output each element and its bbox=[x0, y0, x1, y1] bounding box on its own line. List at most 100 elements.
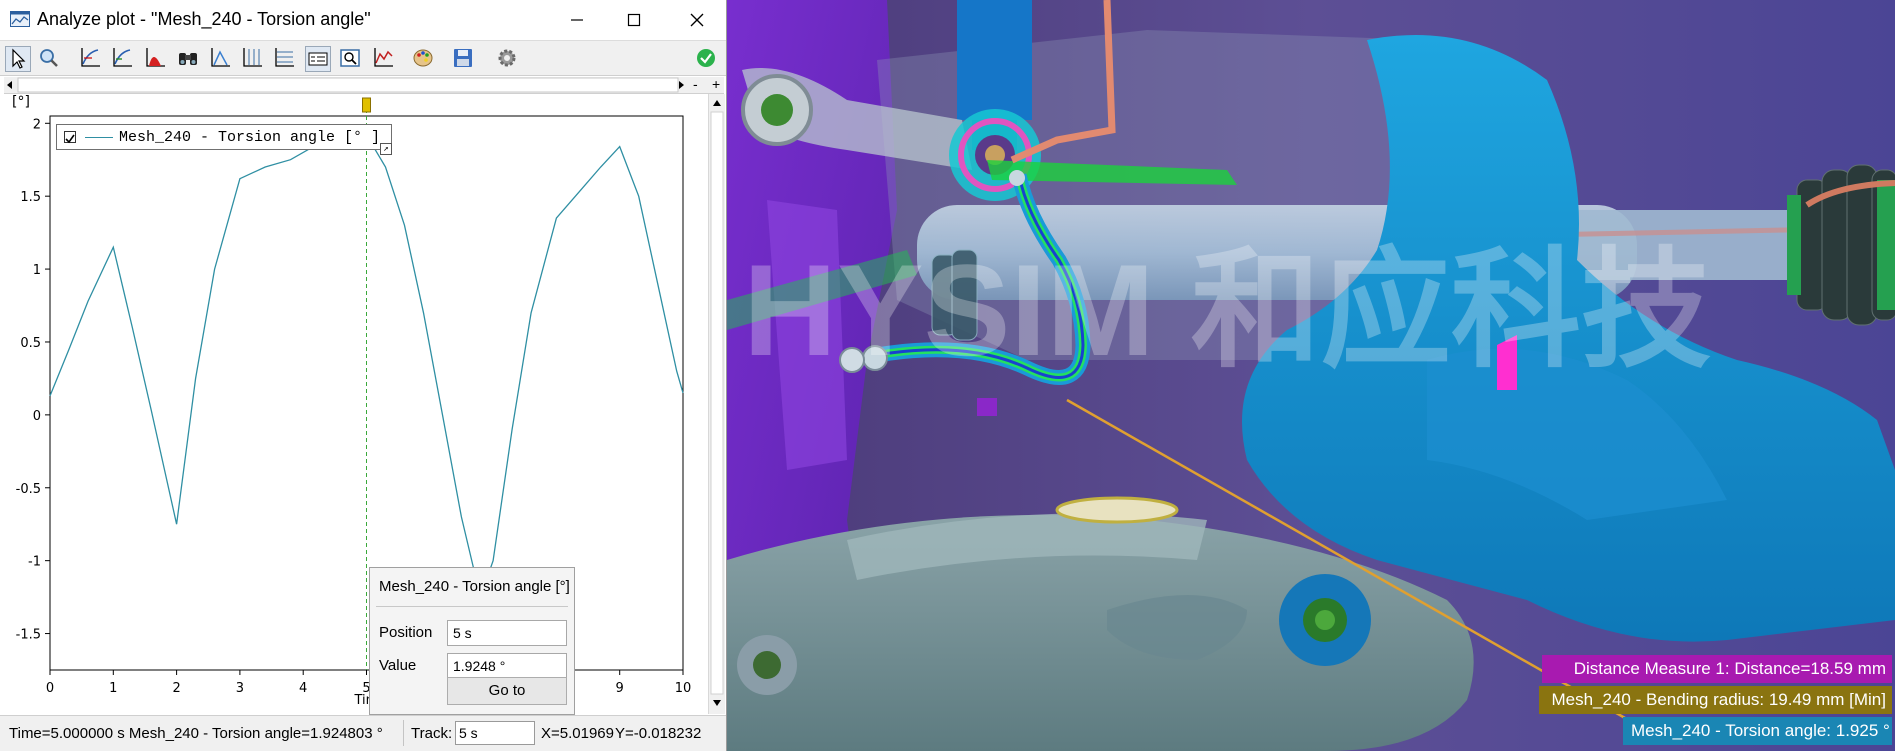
x-tick-label: 3 bbox=[236, 681, 244, 696]
title-bar: Analyze plot - "Mesh_240 - Torsion angle… bbox=[0, 0, 726, 40]
vertical-grid-button[interactable] bbox=[240, 46, 266, 72]
checkmark-icon bbox=[65, 134, 75, 144]
watermark-text: HYSIM 和应科技 bbox=[743, 237, 1711, 383]
curve-fit-button[interactable] bbox=[78, 46, 104, 72]
settings-icon bbox=[498, 49, 516, 67]
minimize-button[interactable] bbox=[560, 6, 594, 34]
scroll-plus-button[interactable]: + bbox=[712, 76, 720, 92]
curve-area-icon bbox=[146, 48, 165, 67]
scroll-up-icon bbox=[713, 100, 721, 106]
goto-button[interactable]: Go to bbox=[447, 677, 567, 705]
track-input[interactable]: 5 s bbox=[455, 721, 535, 745]
status-divider bbox=[403, 720, 404, 746]
status-ok-icon bbox=[697, 49, 715, 67]
y-tick-label: 1 bbox=[33, 263, 41, 278]
analyze-plot-window: Analyze plot - "Mesh_240 - Torsion angle… bbox=[0, 0, 727, 751]
curve-area-button[interactable] bbox=[143, 46, 169, 72]
vertical-grid-icon bbox=[243, 48, 262, 67]
panel-divider bbox=[376, 606, 568, 607]
status-time-text: Time=5.000000 s Mesh_240 - Torsion angle… bbox=[9, 725, 383, 742]
triangle-icon bbox=[211, 48, 230, 67]
x-tick-label: 9 bbox=[616, 681, 624, 696]
track-label: Track: bbox=[411, 725, 453, 742]
series-line-torsion-angle bbox=[49, 134, 684, 600]
horizontal-scrollbar[interactable]: - + bbox=[4, 76, 724, 94]
y-unit-label: [°] bbox=[12, 94, 30, 110]
save-button[interactable] bbox=[451, 46, 477, 72]
horizontal-grid-icon bbox=[275, 48, 294, 67]
chart-legend[interactable]: Mesh_240 - Torsion angle [° ] ↗ bbox=[56, 124, 392, 155]
value-field: 1.9248 ° bbox=[447, 653, 567, 679]
save-icon bbox=[454, 49, 472, 67]
close-icon bbox=[690, 13, 704, 27]
x-tick-label: 4 bbox=[299, 681, 307, 696]
status-bar: Time=5.000000 s Mesh_240 - Torsion angle… bbox=[0, 715, 726, 751]
chart-markers-icon bbox=[374, 48, 393, 67]
settings-button[interactable] bbox=[495, 46, 521, 72]
plot-toolbar bbox=[0, 40, 726, 76]
shock-absorber bbox=[957, 0, 1032, 120]
torsion-angle-tag[interactable]: Mesh_240 - Torsion angle: 1.925 ° bbox=[1623, 717, 1892, 745]
curve-edit-icon bbox=[113, 48, 132, 67]
position-label: Position bbox=[379, 624, 433, 641]
vertical-scrollbar[interactable] bbox=[708, 94, 725, 714]
status-ok-indicator bbox=[694, 46, 720, 72]
x-tick-label: 0 bbox=[46, 681, 54, 696]
y-tick-label: 2 bbox=[33, 117, 41, 132]
binoculars-button[interactable] bbox=[176, 46, 202, 72]
zoom-tool-button[interactable] bbox=[37, 46, 63, 72]
horizontal-grid-button[interactable] bbox=[272, 46, 298, 72]
plot-window-icon bbox=[10, 11, 30, 27]
magnify-window-icon bbox=[340, 49, 360, 67]
close-button[interactable] bbox=[680, 6, 714, 34]
y-tick-label: 0.5 bbox=[20, 336, 41, 351]
chart-markers-button[interactable] bbox=[371, 46, 397, 72]
y-tick-label: 1.5 bbox=[20, 190, 41, 205]
legend-checkbox[interactable] bbox=[64, 131, 76, 144]
scroll-down-icon bbox=[713, 700, 721, 706]
magnify-window-button[interactable] bbox=[338, 46, 364, 72]
curve-fit-icon bbox=[81, 48, 100, 67]
bending-radius-tag[interactable]: Mesh_240 - Bending radius: 19.49 mm [Min… bbox=[1539, 686, 1892, 714]
distance-measure-tag[interactable]: Distance Measure 1: Distance=18.59 mm bbox=[1542, 655, 1892, 683]
triangle-tool-button[interactable] bbox=[208, 46, 234, 72]
x-tick-label: 10 bbox=[675, 681, 692, 696]
legend-label: Mesh_240 - Torsion angle [° ] bbox=[119, 129, 381, 146]
cursor-y-readout: Y=-0.018232 bbox=[615, 725, 702, 742]
position-field[interactable]: 5 s bbox=[447, 620, 567, 646]
x-tick-label: 2 bbox=[172, 681, 180, 696]
curve-edit-button[interactable] bbox=[110, 46, 136, 72]
legend-series-swatch bbox=[85, 137, 113, 138]
vertical-scrollbar-track bbox=[710, 100, 724, 706]
pointer-tool-button[interactable] bbox=[5, 46, 31, 72]
binoculars-icon bbox=[179, 53, 197, 65]
legend-button[interactable] bbox=[305, 46, 331, 72]
minimize-icon bbox=[571, 19, 583, 21]
y-tick-label: -1 bbox=[28, 555, 41, 570]
legend-resize-icon[interactable]: ↗ bbox=[380, 143, 392, 155]
palette-icon bbox=[413, 49, 433, 67]
horizontal-scrollbar-track bbox=[7, 77, 684, 93]
palette-button[interactable] bbox=[411, 46, 437, 72]
maximize-icon bbox=[627, 13, 641, 27]
y-tick-label: 0 bbox=[33, 409, 41, 424]
y-tick-label: -0.5 bbox=[16, 482, 41, 497]
scroll-minus-button[interactable]: - bbox=[693, 76, 698, 92]
torsion-angle-chart: [°] 21.510.50-0.5-1-1.5 012345678910 Tim… bbox=[12, 94, 692, 708]
3d-viewport[interactable]: HYSIM 和应科技 Distance Measure 1: Distance=… bbox=[727, 0, 1895, 751]
value-label: Value bbox=[379, 657, 417, 674]
pointer-icon bbox=[12, 48, 26, 69]
plot-area[interactable]: [°] 21.510.50-0.5-1-1.5 012345678910 Tim… bbox=[0, 94, 710, 714]
maximize-button[interactable] bbox=[617, 6, 651, 34]
x-tick-label: 1 bbox=[109, 681, 117, 696]
window-title: Analyze plot - "Mesh_240 - Torsion angle… bbox=[37, 9, 371, 29]
y-tick-label: -1.5 bbox=[16, 628, 41, 643]
suspension-3d-scene: HYSIM 和应科技 bbox=[727, 0, 1895, 751]
zoom-icon bbox=[40, 49, 58, 67]
panel-header: Mesh_240 - Torsion angle [°] bbox=[379, 578, 570, 595]
legend-icon bbox=[308, 52, 328, 66]
cursor-value-panel: Mesh_240 - Torsion angle [°] Position 5 … bbox=[369, 567, 575, 715]
scroll-left-icon bbox=[7, 81, 12, 89]
scroll-right-icon bbox=[679, 81, 684, 89]
cursor-x-readout: X=5.01969 bbox=[541, 725, 614, 742]
